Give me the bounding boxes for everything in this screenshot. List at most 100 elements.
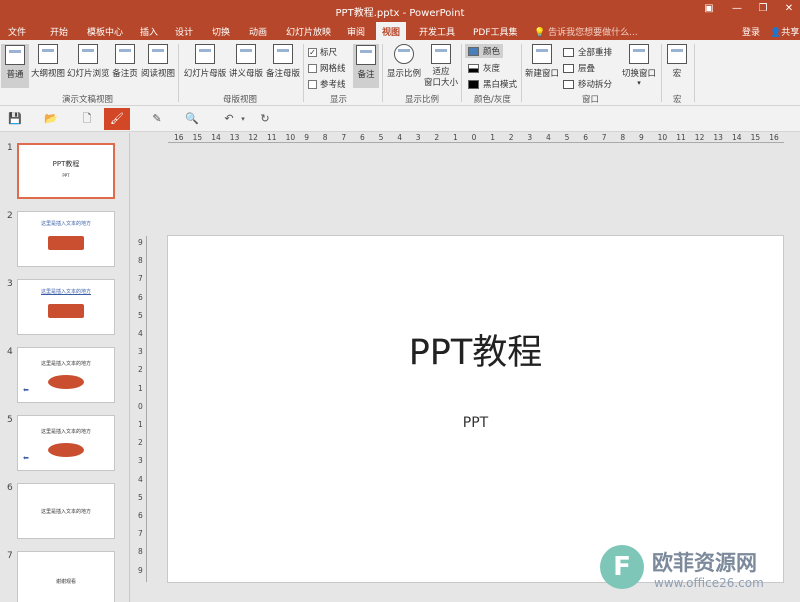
- group-label-window: 窗口: [582, 95, 600, 105]
- slide-thumbnail-5[interactable]: 这里是插入文本的地方 ⬅: [17, 415, 115, 471]
- tab-transitions[interactable]: 切换: [212, 25, 230, 38]
- move-split-icon: [563, 79, 574, 89]
- thumb-title: 这里是插入文本的地方: [40, 429, 91, 435]
- notes-button[interactable]: 备注: [353, 44, 379, 88]
- redo-icon[interactable]: ↻: [258, 112, 272, 126]
- ruler-tick-label: 11: [676, 133, 686, 142]
- ruler-tick-label: 8: [620, 133, 626, 142]
- notes-page-button[interactable]: 备注页: [110, 44, 140, 79]
- checkbox-checked-icon: ✓: [308, 47, 317, 57]
- outline-view-icon: [38, 44, 58, 64]
- person-icon: 👤: [770, 28, 782, 38]
- tab-design[interactable]: 设计: [175, 25, 193, 38]
- reading-view-icon: [148, 44, 168, 64]
- new-file-icon[interactable]: 🗋: [80, 112, 94, 126]
- undo-icon[interactable]: ↶: [222, 112, 236, 126]
- ruler-tick-label: 6: [583, 133, 588, 142]
- ruler-tick-label: 8: [138, 256, 143, 266]
- ribbon-display-icon[interactable]: ▣: [700, 3, 718, 14]
- ruler-tick-label: 2: [434, 133, 440, 142]
- thumb-title: 这里是插入文本的地方: [40, 289, 91, 295]
- tab-file[interactable]: 文件: [8, 25, 26, 38]
- slide-thumbnail-7[interactable]: 谢谢观看: [17, 551, 115, 602]
- tab-animations[interactable]: 动画: [249, 25, 267, 38]
- group-separator: [521, 44, 522, 102]
- black-white-button[interactable]: 黑白模式: [468, 78, 517, 90]
- tab-home[interactable]: 开始: [50, 25, 68, 38]
- ruler-checkbox[interactable]: ✓ 标尺: [308, 46, 337, 58]
- color-button[interactable]: 颜色: [465, 44, 504, 58]
- grayscale-button[interactable]: 灰度: [468, 62, 500, 74]
- watermark-logo: F: [600, 545, 644, 589]
- slide-thumbnail-6[interactable]: 这里是插入文本的地方: [17, 483, 115, 539]
- slide-sorter-button[interactable]: 幻灯片浏览: [67, 44, 110, 79]
- new-window-button[interactable]: 新建窗口: [524, 44, 560, 79]
- magnifier-icon: [394, 44, 414, 64]
- ruler-tick-label: 3: [527, 133, 533, 142]
- slide-sorter-icon: [78, 44, 98, 64]
- ruler-tick-label: 1: [453, 133, 458, 142]
- slide-thumbnail-4[interactable]: 这里是插入文本的地方 ⬅: [17, 347, 115, 403]
- slide-number: 2: [7, 211, 13, 221]
- login-link[interactable]: 登录: [742, 25, 760, 38]
- slide-thumbnail-1[interactable]: PPT教程 PPT: [17, 143, 115, 199]
- notes-master-button[interactable]: 备注母版: [265, 44, 301, 79]
- switch-window-button[interactable]: 切换窗口 ▾: [620, 44, 658, 87]
- macros-button[interactable]: 宏: [665, 44, 689, 79]
- move-split-button[interactable]: 移动拆分: [563, 78, 612, 90]
- tab-template-center[interactable]: 模板中心: [87, 25, 123, 38]
- slide-thumbnail-2[interactable]: 这里是插入文本的地方: [17, 211, 115, 267]
- ruler-tick-label: 6: [138, 511, 143, 520]
- minimize-icon[interactable]: —: [728, 3, 746, 14]
- guides-checkbox[interactable]: 参考线: [308, 78, 346, 90]
- color-swatch-icon: [468, 46, 479, 56]
- tab-review[interactable]: 审阅: [347, 25, 365, 38]
- gridlines-checkbox[interactable]: 网格线: [308, 62, 346, 74]
- open-folder-icon[interactable]: 📂: [44, 112, 58, 126]
- share-button[interactable]: 👤共享: [770, 25, 799, 38]
- undo-dropdown-icon[interactable]: ▾: [236, 112, 250, 126]
- tab-slideshow[interactable]: 幻灯片放映: [286, 25, 331, 38]
- ruler-tick-label: 9: [304, 133, 309, 142]
- print-preview-icon[interactable]: 🔍: [185, 112, 199, 126]
- tell-me-search[interactable]: 💡 告诉我您想要做什么...: [534, 25, 638, 38]
- close-icon[interactable]: ✕: [780, 3, 798, 14]
- reading-view-button[interactable]: 阅读视图: [141, 44, 175, 79]
- ruler-tick-label: 15: [192, 133, 203, 142]
- slide-title[interactable]: PPT教程: [168, 324, 783, 375]
- slide-thumbnail-3[interactable]: 这里是插入文本的地方: [17, 279, 115, 335]
- tab-insert[interactable]: 插入: [140, 25, 158, 38]
- zoom-button[interactable]: 显示比例: [387, 44, 421, 79]
- thumb-title: 这里是插入文本的地方: [40, 221, 91, 227]
- switch-window-icon: [629, 44, 649, 64]
- group-label-presentation-views: 演示文稿视图: [62, 95, 114, 105]
- slide-number: 5: [7, 415, 13, 425]
- window-title: PPT教程.pptx - PowerPoint: [335, 8, 465, 19]
- group-label-macros: 宏: [673, 95, 682, 105]
- ruler-tick-label: 9: [138, 238, 143, 247]
- back-arrow-icon: ⬅: [23, 454, 29, 462]
- arrange-all-button[interactable]: 全部重排: [563, 46, 612, 58]
- slide-number: 3: [7, 279, 13, 289]
- fit-to-window-button[interactable]: 适应 窗口大小: [423, 44, 459, 89]
- thumb-title: 这里是插入文本的地方: [40, 361, 91, 367]
- chevron-down-icon: ▾: [637, 79, 641, 87]
- tab-pdf-tools[interactable]: PDF工具集: [473, 25, 518, 38]
- save-icon[interactable]: 💾: [8, 112, 22, 126]
- slide-editor[interactable]: PPT教程 PPT: [167, 235, 784, 583]
- slide-number: 6: [7, 483, 13, 493]
- cascade-button[interactable]: 层叠: [563, 62, 595, 74]
- outline-view-button[interactable]: 大纲视图: [31, 44, 65, 79]
- restore-icon[interactable]: ❐: [754, 3, 772, 14]
- normal-view-button[interactable]: 普通: [1, 44, 29, 88]
- ruler-tick-label: 15: [750, 133, 761, 142]
- thumb-title: PPT教程: [52, 160, 80, 168]
- tab-developer[interactable]: 开发工具: [419, 25, 455, 38]
- tab-view[interactable]: 视图: [376, 22, 407, 40]
- slide-subtitle[interactable]: PPT: [168, 415, 783, 431]
- format-painter-icon[interactable]: 🖌: [104, 108, 130, 130]
- slide-master-button[interactable]: 幻灯片母版: [183, 44, 227, 79]
- handout-master-button[interactable]: 讲义母版: [228, 44, 264, 79]
- powerpoint-logo-icon: [48, 375, 84, 389]
- spelling-icon[interactable]: ✎: [150, 112, 164, 126]
